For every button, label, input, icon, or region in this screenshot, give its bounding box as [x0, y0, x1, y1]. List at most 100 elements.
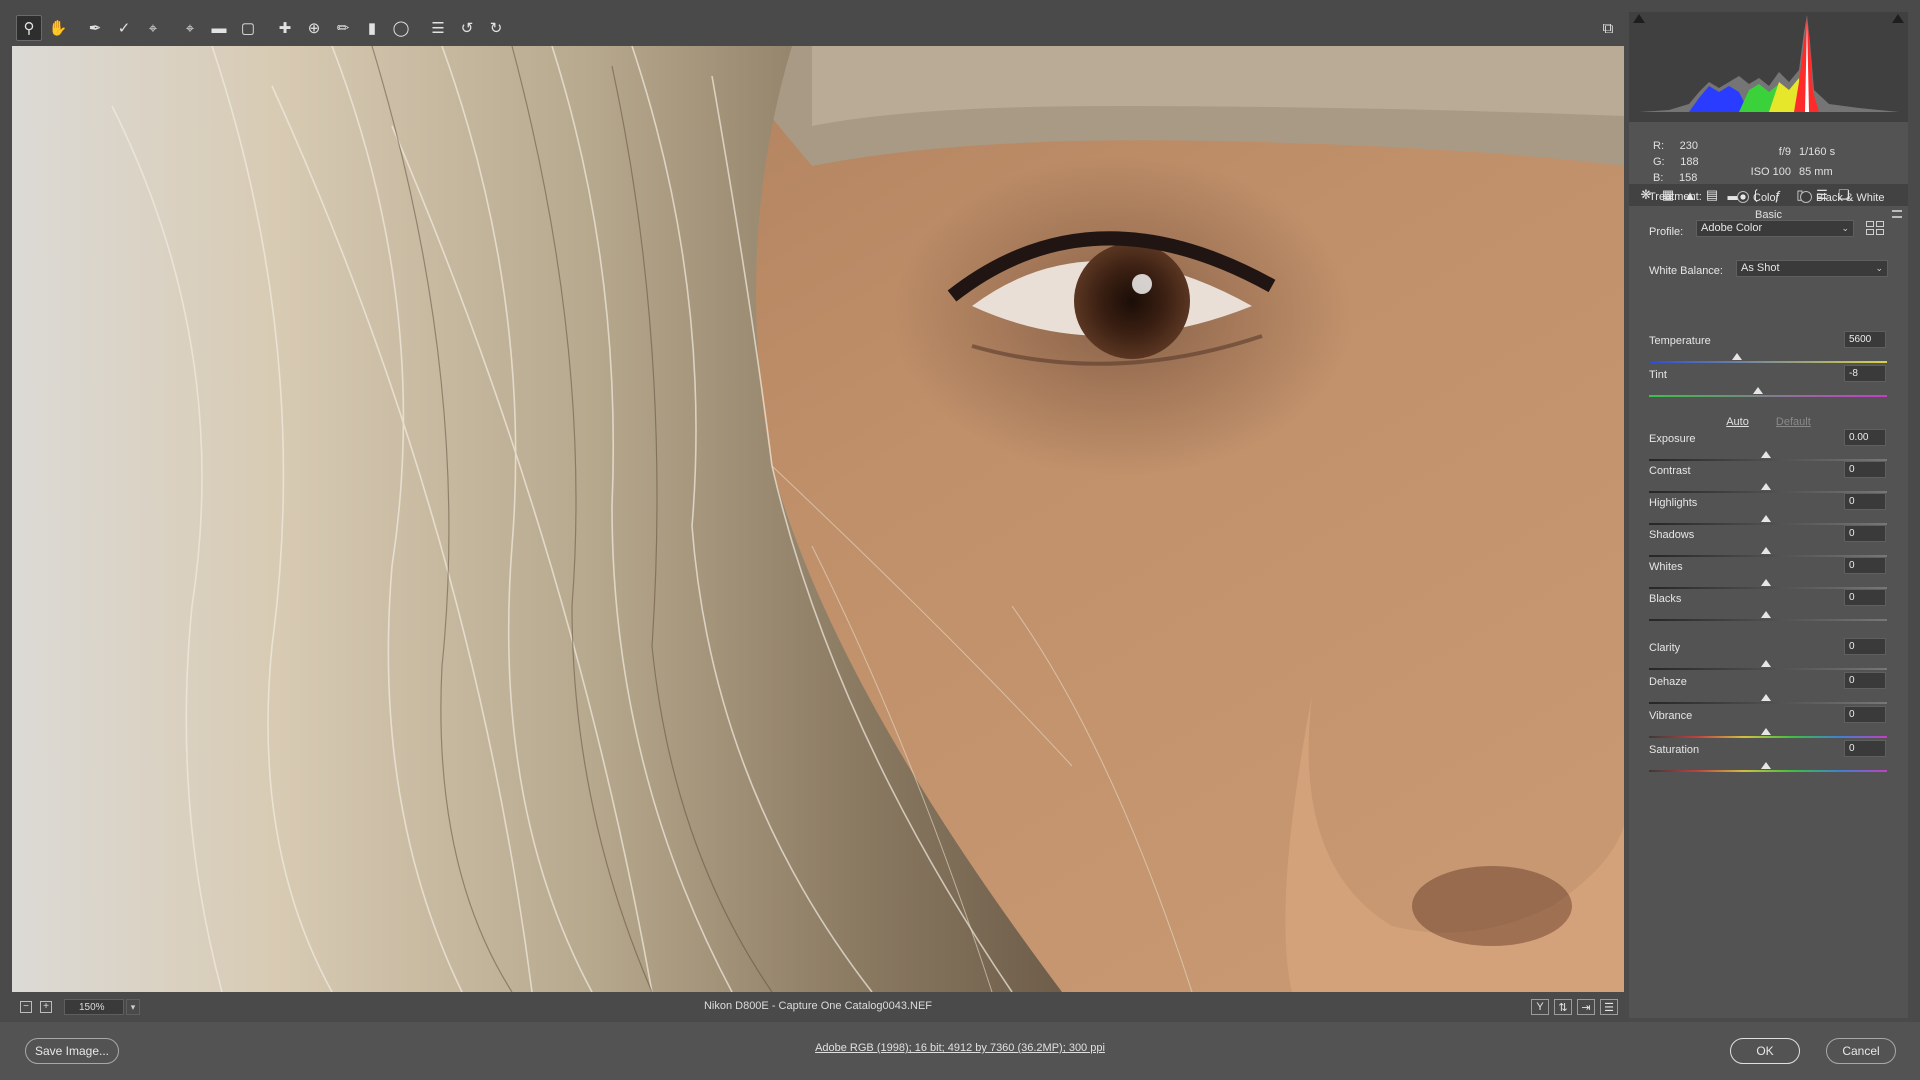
- tool-bar: ⚲ ✋ ✒ ✓ ⌖ ⌖ ▬ ▢ ✚ ⊕ ✏ ▮ ◯ ☰ ↺ ↻ ⧉: [12, 12, 1624, 44]
- slider-label: Highlights: [1649, 497, 1698, 509]
- targeted-adjustment-icon[interactable]: ⌖: [140, 15, 166, 41]
- histogram-graph: [1639, 15, 1899, 112]
- slider-thumb[interactable]: [1761, 762, 1771, 769]
- auto-link[interactable]: Auto: [1726, 416, 1749, 428]
- profile-select[interactable]: Adobe Color ⌄: [1696, 220, 1854, 237]
- slider-value-field[interactable]: 0: [1844, 638, 1886, 655]
- camera-raw-dialog: ⚲ ✋ ✒ ✓ ⌖ ⌖ ▬ ▢ ✚ ⊕ ✏ ▮ ◯ ☰ ↺ ↻ ⧉ − + 15…: [0, 0, 1920, 1080]
- slider-label: Vibrance: [1649, 710, 1693, 722]
- slider-value-field[interactable]: -8: [1844, 365, 1886, 382]
- white-balance-icon[interactable]: ✒: [82, 15, 108, 41]
- slider-label: Exposure: [1649, 433, 1696, 445]
- straighten-icon[interactable]: ▬: [206, 15, 232, 41]
- hand-icon[interactable]: ✋: [45, 15, 71, 41]
- color-sampler-icon[interactable]: ✓: [111, 15, 137, 41]
- slider-thumb[interactable]: [1761, 660, 1771, 667]
- fullscreen-icon[interactable]: ⧉: [1595, 15, 1621, 41]
- radio-icon[interactable]: [1800, 191, 1812, 203]
- slider-track[interactable]: [1649, 702, 1887, 704]
- view-buttons: Y ⇅ ⇥ ☰: [1526, 999, 1618, 1015]
- cancel-button[interactable]: Cancel: [1826, 1038, 1896, 1064]
- treatment-row: Treatment:: [1649, 191, 1702, 203]
- file-name: Nikon D800E - Capture One Catalog0043.NE…: [703, 1000, 933, 1012]
- slider-label: Whites: [1649, 561, 1683, 573]
- slider-track[interactable]: [1649, 770, 1887, 772]
- slider-label: Shadows: [1649, 529, 1695, 541]
- slider-label: Contrast: [1649, 465, 1691, 477]
- slider-thumb[interactable]: [1761, 483, 1771, 490]
- slider-value-field[interactable]: 0: [1844, 740, 1886, 757]
- status-bar: − + 150% ▾ Nikon D800E - Capture One Cat…: [12, 996, 1624, 1018]
- treatment-color-option[interactable]: Color: [1737, 191, 1779, 204]
- slider-track[interactable]: [1649, 395, 1887, 397]
- slider-thumb[interactable]: [1732, 353, 1742, 360]
- slider-thumb[interactable]: [1753, 387, 1763, 394]
- chevron-down-icon: ⌄: [1875, 263, 1883, 273]
- slider-thumb[interactable]: [1761, 728, 1771, 735]
- slider-thumb[interactable]: [1761, 515, 1771, 522]
- slider-value-field[interactable]: 0: [1844, 672, 1886, 689]
- rotate-right-icon[interactable]: ↻: [483, 15, 509, 41]
- profile-label: Profile:: [1649, 226, 1684, 238]
- portrait-photo: [12, 46, 1624, 992]
- default-link[interactable]: Default: [1776, 416, 1811, 428]
- crop-icon[interactable]: ⌖: [177, 15, 203, 41]
- slider-value-field[interactable]: 0: [1844, 461, 1886, 478]
- exif-readout: f/9 1/160 s ISO 100 85 mm: [1750, 146, 1836, 178]
- slider-label: Clarity: [1649, 642, 1681, 654]
- image-preview[interactable]: [12, 46, 1624, 992]
- slider-track[interactable]: [1649, 736, 1887, 738]
- profile-browser-icon[interactable]: [1866, 221, 1886, 237]
- panel-menu-icon[interactable]: [1892, 210, 1902, 218]
- slider-value-field[interactable]: 0: [1844, 706, 1886, 723]
- wb-label: White Balance:: [1649, 265, 1723, 277]
- red-eye-icon[interactable]: ⊕: [301, 15, 327, 41]
- image-info: R: 230 G: 188 B: 158 f/9 1/160 s ISO 100 85 m…: [1629, 124, 1908, 184]
- zoom-icon[interactable]: ⚲: [16, 15, 42, 41]
- slider-value-field[interactable]: 5600: [1844, 331, 1886, 348]
- chevron-down-icon: ⌄: [1841, 223, 1849, 233]
- graduated-filter-icon[interactable]: ▮: [359, 15, 385, 41]
- slider-value-field[interactable]: 0: [1844, 493, 1886, 510]
- slider-thumb[interactable]: [1761, 451, 1771, 458]
- workflow-options-link[interactable]: Adobe RGB (1998); 16 bit; 4912 by 7360 (…: [0, 1042, 1920, 1054]
- histogram: [1629, 12, 1908, 122]
- shadow-clipping-icon[interactable]: [1633, 14, 1645, 23]
- copy-settings-icon[interactable]: ⇥: [1577, 999, 1595, 1015]
- auto-default-links: Auto Default: [1629, 416, 1908, 428]
- hsl-tab-icon[interactable]: ▤: [1701, 187, 1723, 203]
- slider-value-field[interactable]: 0.00: [1844, 429, 1886, 446]
- slider-value-field[interactable]: 0: [1844, 557, 1886, 574]
- slider-label: Dehaze: [1649, 676, 1687, 688]
- rgb-readout: R: 230 G: 188 B: 158: [1653, 140, 1699, 184]
- transform-icon[interactable]: ▢: [235, 15, 261, 41]
- before-after-icon[interactable]: Y: [1531, 999, 1549, 1015]
- spot-removal-icon[interactable]: ✚: [272, 15, 298, 41]
- rotate-left-icon[interactable]: ↺: [454, 15, 480, 41]
- adjustment-brush-icon[interactable]: ✏: [330, 15, 356, 41]
- slider-value-field[interactable]: 0: [1844, 589, 1886, 606]
- wb-select[interactable]: As Shot ⌄: [1736, 260, 1888, 277]
- slider-label: Saturation: [1649, 744, 1700, 756]
- slider-thumb[interactable]: [1761, 694, 1771, 701]
- swap-settings-icon[interactable]: ⇅: [1554, 999, 1572, 1015]
- ok-button[interactable]: OK: [1730, 1038, 1800, 1064]
- radial-filter-icon[interactable]: ◯: [388, 15, 414, 41]
- slider-track[interactable]: [1649, 668, 1887, 670]
- slider-label: Blacks: [1649, 593, 1682, 605]
- highlight-clipping-icon[interactable]: [1892, 14, 1904, 23]
- treatment-bw-option[interactable]: Black & White: [1800, 191, 1884, 204]
- slider-label: Temperature: [1649, 335, 1711, 347]
- slider-track[interactable]: [1649, 361, 1887, 363]
- slider-value-field[interactable]: 0: [1844, 525, 1886, 542]
- dialog-footer: Save Image... Adobe RGB (1998); 16 bit; …: [0, 1022, 1920, 1080]
- slider-thumb[interactable]: [1761, 611, 1771, 618]
- toggle-default-icon[interactable]: ☰: [1600, 999, 1618, 1015]
- adjustment-panel: R: 230 G: 188 B: 158 f/9 1/160 s ISO 100 85 m…: [1629, 12, 1908, 1018]
- slider-label: Tint: [1649, 369, 1667, 381]
- slider-thumb[interactable]: [1761, 579, 1771, 586]
- radio-icon[interactable]: [1737, 191, 1749, 203]
- slider-track[interactable]: [1649, 619, 1887, 621]
- slider-thumb[interactable]: [1761, 547, 1771, 554]
- preferences-icon[interactable]: ☰: [425, 15, 451, 41]
